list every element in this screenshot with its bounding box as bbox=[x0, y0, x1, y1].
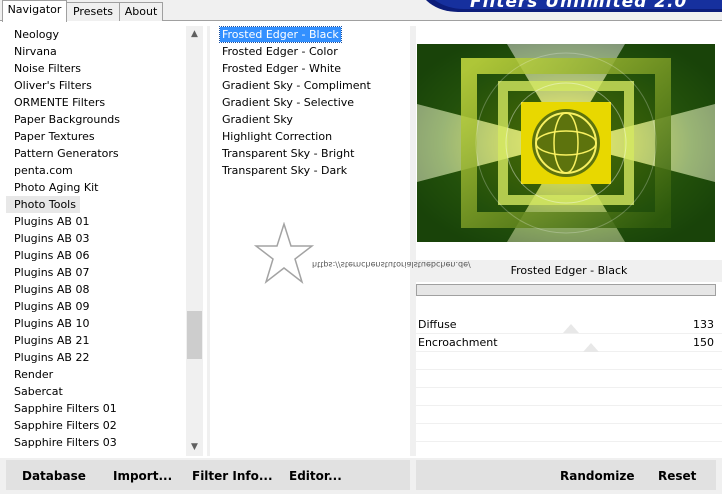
category-item[interactable]: Plugins AB 06 bbox=[6, 247, 186, 264]
tab-navigator[interactable]: Navigator bbox=[2, 0, 67, 22]
database-button[interactable]: Database bbox=[22, 469, 86, 483]
filter-item-label: Frosted Edger - White bbox=[222, 62, 341, 75]
category-item[interactable]: Sapphire Filters 01 bbox=[6, 400, 186, 417]
filter-item-label: Gradient Sky - Compliment bbox=[222, 79, 371, 92]
filter-parameters: Diffuse 133 Encroachment 150 bbox=[416, 316, 722, 460]
param-row-empty bbox=[416, 406, 722, 424]
param-row-empty bbox=[416, 388, 722, 406]
category-item[interactable]: Plugins AB 10 bbox=[6, 315, 186, 332]
category-scrollbar[interactable]: ▲ ▼ bbox=[186, 26, 203, 456]
param-row-empty bbox=[416, 424, 722, 442]
param-value: 133 bbox=[693, 318, 714, 331]
filter-item[interactable]: Frosted Edger - Color bbox=[214, 43, 410, 60]
category-item[interactable]: Photo Aging Kit bbox=[6, 179, 186, 196]
param-row-empty bbox=[416, 370, 722, 388]
category-item[interactable]: Photo Tools bbox=[6, 196, 80, 213]
category-item[interactable]: Noise Filters bbox=[6, 60, 186, 77]
bottom-toolbar: Database Import... Filter Info... Editor… bbox=[0, 458, 722, 494]
filter-item[interactable]: Frosted Edger - White bbox=[214, 60, 410, 77]
category-item[interactable]: Plugins AB 08 bbox=[6, 281, 186, 298]
category-item[interactable]: Render bbox=[6, 366, 186, 383]
param-row-empty bbox=[416, 352, 722, 370]
filter-preview-image bbox=[417, 44, 715, 242]
param-label: Encroachment bbox=[418, 336, 498, 349]
import-button[interactable]: Import... bbox=[113, 469, 172, 483]
param-label: Diffuse bbox=[418, 318, 457, 331]
filter-item[interactable]: Gradient Sky - Compliment bbox=[214, 77, 410, 94]
scroll-up-arrow-icon[interactable]: ▲ bbox=[186, 26, 203, 43]
category-item[interactable]: Pattern Generators bbox=[6, 145, 186, 162]
tab-presets[interactable]: Presets bbox=[66, 2, 120, 21]
filter-item[interactable]: Highlight Correction bbox=[214, 128, 410, 145]
tab-bar: Navigator Presets About bbox=[0, 0, 722, 22]
category-item[interactable]: penta.com bbox=[6, 162, 186, 179]
filter-item-label: Transparent Sky - Dark bbox=[222, 164, 348, 177]
filter-item[interactable]: Transparent Sky - Bright bbox=[214, 145, 410, 162]
category-item[interactable]: Sapphire Filters 03 bbox=[6, 434, 186, 451]
tab-about[interactable]: About bbox=[119, 2, 163, 21]
param-row-encroachment[interactable]: Encroachment 150 bbox=[416, 334, 722, 352]
category-item[interactable]: Oliver's Filters bbox=[6, 77, 186, 94]
scroll-down-arrow-icon[interactable]: ▼ bbox=[186, 439, 203, 456]
filter-item[interactable]: Gradient Sky bbox=[214, 111, 410, 128]
slider-marker-icon bbox=[583, 343, 599, 352]
category-item[interactable]: Sabercat bbox=[6, 383, 186, 400]
category-item[interactable]: Plugins AB 22 bbox=[6, 349, 186, 366]
preview-panel: Frosted Edger - Black Diffuse 133 Encroa… bbox=[416, 26, 722, 460]
reset-button[interactable]: Reset bbox=[658, 469, 696, 483]
panel-divider bbox=[207, 26, 210, 456]
param-value: 150 bbox=[693, 336, 714, 349]
category-item[interactable]: Nirvana bbox=[6, 43, 186, 60]
param-row-diffuse[interactable]: Diffuse 133 bbox=[416, 316, 722, 334]
category-item[interactable]: Paper Backgrounds bbox=[6, 111, 186, 128]
filter-info-button[interactable]: Filter Info... bbox=[192, 469, 273, 483]
filter-item[interactable]: Frosted Edger - Black bbox=[214, 26, 410, 43]
filter-item[interactable]: Transparent Sky - Dark bbox=[214, 162, 410, 179]
filter-item-label: Frosted Edger - Color bbox=[222, 45, 338, 58]
category-item[interactable]: Plugins AB 21 bbox=[6, 332, 186, 349]
category-item[interactable]: Sapphire Filters 02 bbox=[6, 417, 186, 434]
randomize-button[interactable]: Randomize bbox=[560, 469, 634, 483]
filter-item-label: Gradient Sky bbox=[222, 113, 293, 126]
category-item[interactable]: Neology bbox=[6, 26, 186, 43]
slider-marker-icon bbox=[563, 324, 579, 333]
category-item[interactable]: Paper Textures bbox=[6, 128, 186, 145]
scrollbar-thumb[interactable] bbox=[187, 311, 202, 359]
category-item[interactable]: Plugins AB 01 bbox=[6, 213, 186, 230]
filter-list[interactable]: Frosted Edger - Black Frosted Edger - Col… bbox=[214, 26, 410, 456]
filter-item-label: Highlight Correction bbox=[222, 130, 333, 143]
editor-button[interactable]: Editor... bbox=[289, 469, 342, 483]
filter-item-label: Transparent Sky - Bright bbox=[222, 147, 355, 160]
progress-bar bbox=[416, 284, 716, 296]
category-item[interactable]: Plugins AB 09 bbox=[6, 298, 186, 315]
filter-item[interactable]: Gradient Sky - Selective bbox=[214, 94, 410, 111]
filter-item-label: Gradient Sky - Selective bbox=[222, 96, 355, 109]
category-item[interactable]: Plugins AB 07 bbox=[6, 264, 186, 281]
category-item[interactable]: Plugins AB 03 bbox=[6, 230, 186, 247]
selected-filter-name: Frosted Edger - Black bbox=[416, 260, 722, 282]
category-item[interactable]: ORMENTE Filters bbox=[6, 94, 186, 111]
category-list[interactable]: Neology Nirvana Noise Filters Oliver's Filt… bbox=[6, 26, 186, 456]
filter-item-label: Frosted Edger - Black bbox=[219, 26, 342, 43]
